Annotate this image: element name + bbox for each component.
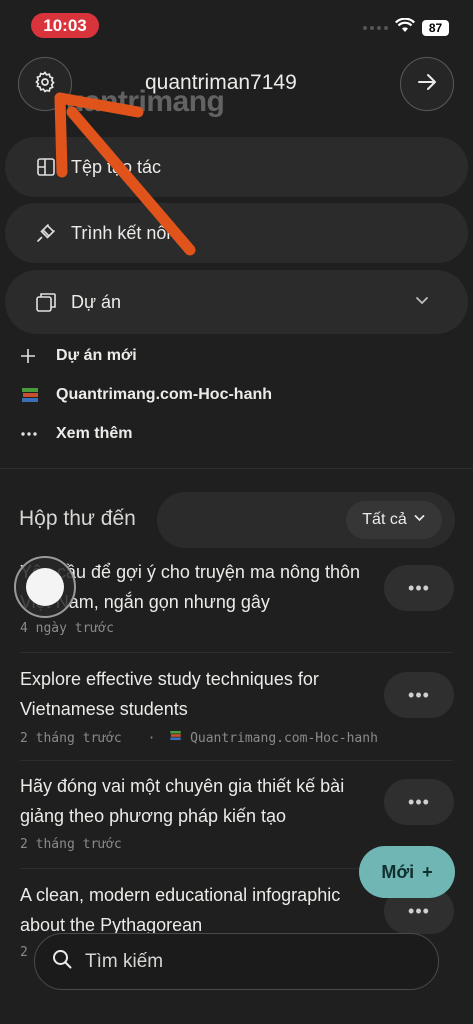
books-icon xyxy=(170,730,181,741)
more-options-button[interactable]: ••• xyxy=(384,565,454,611)
more-dots-icon xyxy=(20,423,44,445)
divider xyxy=(20,760,453,761)
more-options-button[interactable]: ••• xyxy=(384,672,454,718)
filter-dropdown[interactable]: Tất cả xyxy=(346,501,442,539)
nav-connectors-label: Trình kết nối xyxy=(71,222,171,243)
inbox-title: Hộp thư đến xyxy=(19,507,136,530)
divider xyxy=(20,652,453,653)
see-more-label: Xem thêm xyxy=(56,425,133,442)
status-bar: 10:03 87 xyxy=(0,0,473,48)
search-icon xyxy=(51,948,73,975)
conversation-project: Quantrimang.com-Hoc-hanh xyxy=(190,731,378,746)
separator-dot: · xyxy=(147,731,156,746)
nav-projects-label: Dự án xyxy=(71,291,122,312)
project-item[interactable]: Quantrimang.com-Hoc-hanh xyxy=(20,384,272,406)
nav-projects[interactable]: Dự án xyxy=(5,270,468,334)
nav-artifacts[interactable]: Tệp tạo tác xyxy=(5,137,468,197)
projects-icon xyxy=(35,291,57,313)
project-label: Quantrimang.com-Hoc-hanh xyxy=(56,386,273,403)
conversation-time: 2 tháng trước xyxy=(20,837,122,852)
gear-icon xyxy=(33,70,57,99)
plus-icon xyxy=(20,345,44,367)
search-label: Tìm kiếm xyxy=(85,950,164,972)
conversation-meta: 2 tháng trước · Quantrimang.com-Hoc-hanh xyxy=(20,729,378,746)
new-chat-button[interactable]: Mới + xyxy=(359,846,455,898)
plus-icon: + xyxy=(422,861,433,882)
chevron-down-icon xyxy=(413,511,426,529)
conversation-title: Explore effective study techniques for V… xyxy=(20,669,319,719)
divider xyxy=(0,468,473,469)
plug-icon xyxy=(35,222,57,244)
more-options-button[interactable]: ••• xyxy=(384,779,454,825)
signal-icon xyxy=(363,26,388,30)
list-item[interactable]: Explore effective study techniques for V… xyxy=(0,664,473,774)
arrow-right-icon xyxy=(416,71,438,98)
assistive-touch-inner xyxy=(26,568,64,606)
conversation-time: 2 xyxy=(20,945,28,960)
nav-artifacts-label: Tệp tạo tác xyxy=(71,156,162,177)
filter-label: Tất cả xyxy=(362,511,407,528)
forward-button[interactable] xyxy=(400,57,454,111)
wifi-icon xyxy=(395,17,415,38)
settings-button[interactable] xyxy=(18,57,72,111)
new-project-label: Dự án mới xyxy=(56,347,137,364)
chevron-down-icon[interactable] xyxy=(414,292,430,313)
battery-icon: 87 xyxy=(422,20,449,36)
username: quantriman7149 xyxy=(145,71,297,94)
conversation-time: 2 tháng trước xyxy=(20,731,122,746)
nav-connectors[interactable]: Trình kết nối xyxy=(5,203,468,263)
books-icon xyxy=(20,384,44,406)
see-more-item[interactable]: Xem thêm xyxy=(20,423,132,445)
inbox-filter-bar: Tất cả xyxy=(157,492,455,548)
status-icons: 87 xyxy=(363,17,449,38)
conversation-title: A clean, modern educational infographic … xyxy=(20,885,341,935)
conversation-title: Hãy đóng vai một chuyên gia thiết kế bài… xyxy=(20,776,345,826)
status-time: 10:03 xyxy=(31,13,99,38)
new-project-item[interactable]: Dự án mới xyxy=(20,345,137,367)
new-chat-label: Mới xyxy=(381,861,415,882)
assistive-touch-button[interactable] xyxy=(14,556,76,618)
header: uantrimang quantriman7149 xyxy=(0,57,473,118)
search-bar[interactable]: Tìm kiếm xyxy=(34,933,439,990)
artifact-icon xyxy=(35,156,57,178)
conversation-time: 4 ngày trước xyxy=(20,621,114,636)
